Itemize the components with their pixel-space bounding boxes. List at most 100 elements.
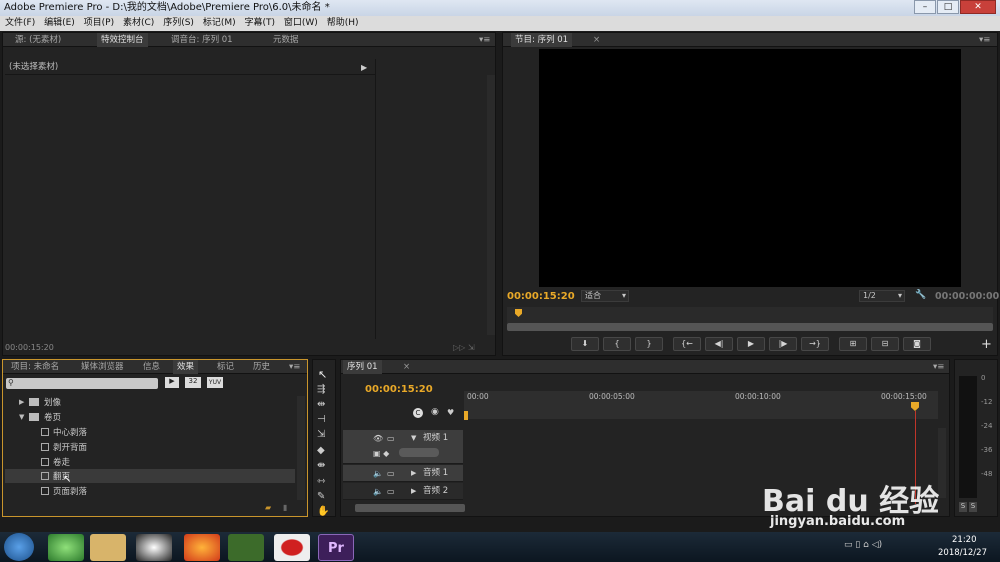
yuv-filter-button[interactable]: YUV: [207, 377, 223, 388]
tab-history[interactable]: 历史: [249, 360, 274, 374]
effects-scrollbar[interactable]: [297, 396, 305, 500]
razor-tool-icon[interactable]: ◆: [317, 445, 325, 456]
speaker-icon[interactable]: 🔈: [373, 483, 383, 500]
effect-item[interactable]: 页面剥落: [53, 485, 87, 497]
add-button-icon[interactable]: +: [981, 337, 992, 352]
file-explorer-icon[interactable]: [90, 534, 126, 561]
close-tab-icon[interactable]: ×: [589, 33, 604, 47]
ripple-edit-tool-icon[interactable]: ⇹: [317, 399, 325, 410]
timeline-timecode[interactable]: 00:00:15:20: [365, 384, 433, 395]
rate-stretch-tool-icon[interactable]: ⇲: [317, 429, 325, 440]
expand-arrow-icon[interactable]: ▶: [411, 483, 416, 500]
track-select-tool-icon[interactable]: ⇶: [317, 384, 325, 395]
pen-tool-icon[interactable]: ✎: [317, 491, 325, 502]
export-icon[interactable]: ▷▷ ⇲: [453, 343, 475, 352]
tab-info[interactable]: 信息: [139, 360, 164, 374]
menu-title[interactable]: 字幕(T): [244, 18, 275, 28]
step-back-button[interactable]: ◀|: [705, 337, 733, 351]
tab-source[interactable]: 源: (无素材): [11, 33, 65, 47]
recorder-icon[interactable]: [274, 534, 310, 561]
zoom-scrollbar[interactable]: [507, 323, 993, 331]
go-to-out-button[interactable]: →}: [801, 337, 829, 351]
expand-arrow-icon[interactable]: ▶: [411, 465, 416, 482]
premiere-pro-icon[interactable]: Pr: [318, 534, 354, 561]
scrollbar[interactable]: [487, 75, 495, 335]
effect-item[interactable]: 剥开背面: [53, 441, 87, 453]
solo-right-button[interactable]: S: [969, 502, 977, 512]
timeline-hscrollbar[interactable]: [355, 504, 465, 512]
step-forward-button[interactable]: |▶: [769, 337, 797, 351]
video-track-1-header[interactable]: 👁 ▭ ▼ 视频 1 ▣ ◆: [343, 430, 463, 464]
tab-effects[interactable]: 效果: [173, 360, 199, 374]
qq-icon[interactable]: [136, 534, 172, 561]
new-bin-icon[interactable]: ▰: [265, 503, 271, 512]
lock-icon[interactable]: ▭: [387, 465, 395, 482]
menu-marker[interactable]: 标记(M): [203, 18, 236, 28]
mini-ruler[interactable]: [507, 307, 993, 323]
panel-menu-icon[interactable]: ▾≡: [975, 33, 994, 47]
effect-item[interactable]: 中心剥落: [53, 426, 87, 438]
keyframe-navigator[interactable]: [399, 448, 439, 457]
accelerated-effects-icon[interactable]: ▶: [165, 377, 179, 388]
menu-file[interactable]: 文件(F): [5, 18, 35, 28]
menu-sequence[interactable]: 序列(S): [163, 18, 194, 28]
close-tab-icon[interactable]: ×: [399, 360, 414, 374]
effects-search-input[interactable]: ⚲: [6, 378, 158, 389]
start-button-icon[interactable]: [4, 533, 34, 561]
expand-arrow-icon[interactable]: ▶: [19, 398, 24, 406]
slip-tool-icon[interactable]: ⇼: [317, 460, 325, 471]
timeline-vscrollbar[interactable]: [938, 428, 946, 498]
snap-icon[interactable]: C: [413, 408, 423, 418]
marker-settings-icon[interactable]: ◉: [431, 407, 439, 417]
maximize-button[interactable]: □: [937, 0, 959, 14]
app-360-icon[interactable]: [48, 534, 84, 561]
tab-audio-mixer[interactable]: 调音台: 序列 01: [167, 33, 237, 47]
hand-tool-icon[interactable]: ✋: [317, 506, 329, 517]
menu-window[interactable]: 窗口(W): [284, 18, 318, 28]
audio-track-2-header[interactable]: 🔈 ▭ ▶ 音频 2: [343, 483, 463, 500]
slide-tool-icon[interactable]: ⇿: [317, 476, 325, 487]
lock-icon[interactable]: ▭: [387, 483, 395, 500]
extract-button[interactable]: ⊟: [871, 337, 899, 351]
collapse-arrow-icon[interactable]: ▼: [411, 430, 416, 447]
export-frame-button[interactable]: ◙: [903, 337, 931, 351]
audio-track-1-header[interactable]: 🔈 ▭ ▶ 音频 1: [343, 465, 463, 482]
fit-dropdown[interactable]: 适合 ▾: [581, 290, 629, 302]
tab-sequence[interactable]: 序列 01: [343, 360, 382, 374]
selection-tool-icon[interactable]: ↖: [318, 368, 327, 381]
wrench-icon[interactable]: 🔧: [915, 290, 926, 300]
expand-arrow-icon[interactable]: ▶: [361, 60, 367, 75]
tab-effect-controls[interactable]: 特效控制台: [97, 33, 148, 47]
32bit-filter-button[interactable]: 32: [185, 377, 201, 388]
tab-media-browser[interactable]: 媒体浏览器: [77, 360, 128, 374]
folder-page-peel[interactable]: 卷页: [44, 411, 61, 423]
video-app-icon[interactable]: [228, 534, 264, 561]
work-area-start-marker[interactable]: [464, 411, 468, 420]
panel-menu-icon[interactable]: ▾≡: [475, 33, 494, 47]
menu-help[interactable]: 帮助(H): [327, 18, 359, 28]
menu-project[interactable]: 项目(P): [84, 18, 114, 28]
display-style-icon[interactable]: ▣ ◆: [373, 445, 389, 462]
play-button[interactable]: ▶: [737, 337, 765, 351]
collapse-arrow-icon[interactable]: ▼: [19, 413, 24, 421]
close-window-button[interactable]: ✕: [960, 0, 996, 14]
effect-item[interactable]: 卷走: [53, 456, 70, 468]
time-ruler[interactable]: [464, 391, 938, 419]
folder-wipe[interactable]: 划像: [44, 396, 61, 408]
panel-menu-icon[interactable]: ▾≡: [929, 360, 948, 374]
add-marker-icon[interactable]: ♥: [447, 408, 454, 417]
tab-markers[interactable]: 标记: [213, 360, 238, 374]
tray-icons[interactable]: ▭ ▯ ⌂ ◁): [844, 540, 882, 550]
delete-icon[interactable]: ▮: [283, 503, 287, 512]
panel-menu-icon[interactable]: ▾≡: [285, 360, 304, 374]
solo-left-button[interactable]: S: [959, 502, 967, 512]
rolling-edit-tool-icon[interactable]: ⊣: [317, 414, 326, 425]
resolution-dropdown[interactable]: 1/2 ▾: [859, 290, 905, 302]
tab-program[interactable]: 节目: 序列 01: [511, 33, 573, 47]
lift-button[interactable]: ⊞: [839, 337, 867, 351]
menu-clip[interactable]: 素材(C): [123, 18, 154, 28]
go-to-in-button[interactable]: {←: [673, 337, 701, 351]
add-marker-button[interactable]: ⬇: [571, 337, 599, 351]
tab-project[interactable]: 项目: 未命名: [7, 360, 63, 374]
minimize-button[interactable]: –: [914, 0, 936, 14]
